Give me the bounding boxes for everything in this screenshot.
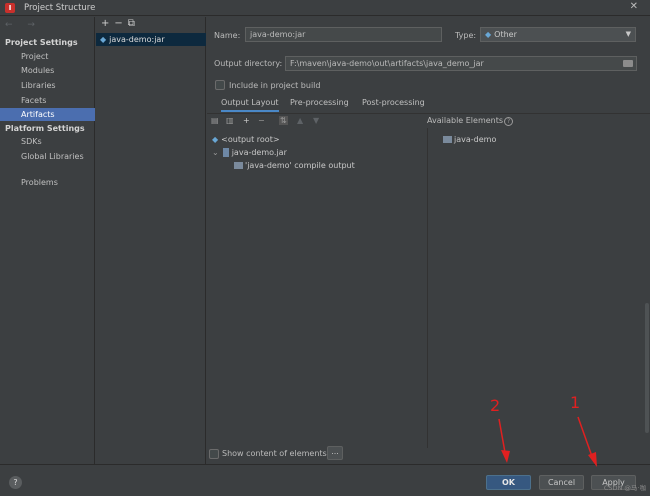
watermark: CSDN @马·咖 <box>603 484 646 492</box>
annotation-arrow-1 <box>577 416 597 467</box>
annotation-arrow-2 <box>498 418 510 463</box>
annotation-arrows <box>498 416 597 467</box>
